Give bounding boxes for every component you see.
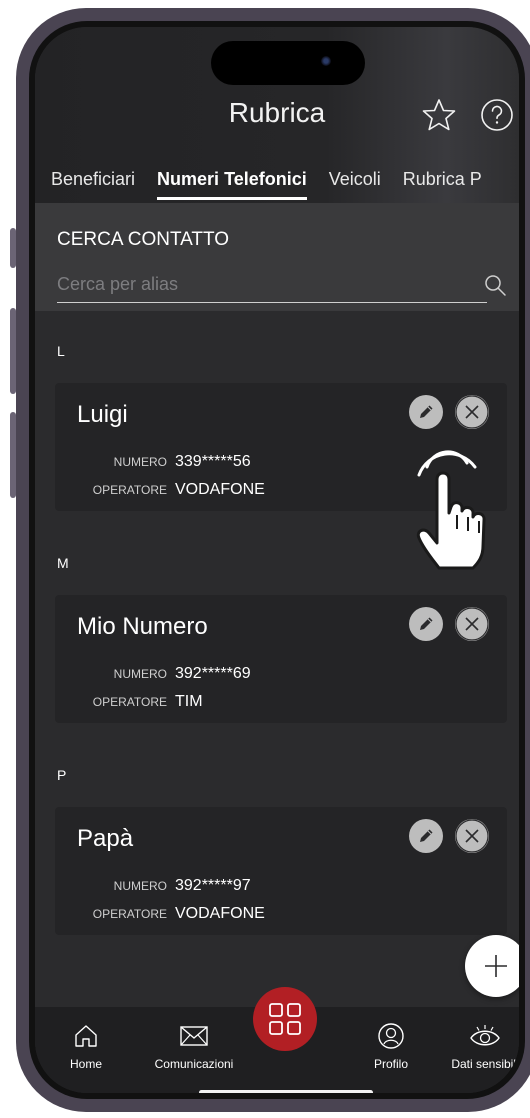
search-label: CERCA CONTATTO [57,229,230,250]
tab-bar: Beneficiari Numeri Telefonici Veicoli Rubri… [51,169,504,200]
dynamic-island [211,41,365,85]
pencil-icon [420,405,433,418]
number-label: NUMERO [113,667,167,681]
tab-beneficiari[interactable]: Beneficiari [51,169,135,190]
delete-button[interactable] [455,819,489,853]
profile-icon [378,1023,404,1049]
app-screen: Rubrica Beneficiari Numeri Telefonici Veic… [35,27,519,1093]
search-icon[interactable] [483,273,507,297]
operator-label: OPERATORE [92,483,167,497]
star-icon [422,99,456,131]
nav-profilo[interactable]: Profilo [361,1021,421,1071]
number-row: NUMERO 339*****56 [55,453,355,471]
tab-numeri-telefonici[interactable]: Numeri Telefonici [157,169,307,200]
contact-card[interactable]: Mio Numero NUMERO 392*****69 OPERATORE TIM [55,595,507,723]
search-section: CERCA CONTATTO [35,203,519,311]
question-circle-icon [481,99,513,131]
nav-dati-sensibili[interactable]: Dati sensibili [443,1021,519,1071]
number-label: NUMERO [113,455,167,469]
tab-rubrica[interactable]: Rubrica P [403,169,482,190]
card-actions [409,395,489,429]
contact-list: L Luigi NUMERO 339*****56 OPERATORE VODAFO… [35,333,519,935]
pencil-icon [420,829,433,842]
edit-button[interactable] [409,819,443,853]
number-value: 339*****56 [175,453,251,470]
phone-frame: Rubrica Beneficiari Numeri Telefonici Veic… [16,8,530,1112]
bottom-navigation: Home Comunicazioni Profilo Dati sensibil… [35,987,519,1093]
contact-name: Papà [77,825,134,852]
section-letter: P [57,767,67,783]
card-actions [409,819,489,853]
nav-comunicazioni[interactable]: Comunicazioni [139,1021,249,1071]
number-value: 392*****97 [175,877,251,894]
pencil-icon [420,617,433,630]
nav-profilo-label: Profilo [373,1057,408,1071]
nav-dati-sensibili-label: Dati sensibili [451,1057,519,1071]
number-row: NUMERO 392*****69 [55,665,355,683]
favorite-button[interactable] [421,97,457,133]
help-button[interactable] [479,97,515,133]
operator-value: VODAFONE [175,481,265,498]
search-input[interactable] [57,267,487,303]
contact-name: Luigi [77,401,128,428]
edit-button[interactable] [409,607,443,641]
delete-button[interactable] [455,395,489,429]
menu-grid-button[interactable] [253,987,317,1051]
section-letter: L [57,343,65,359]
phone-bezel: Rubrica Beneficiari Numeri Telefonici Veic… [29,21,525,1099]
operator-label: OPERATORE [92,907,167,921]
operator-label: OPERATORE [92,695,167,709]
nav-home-label: Home [69,1057,102,1071]
edit-button[interactable] [409,395,443,429]
home-icon [75,1025,97,1047]
number-row: NUMERO 392*****97 [55,877,355,895]
tab-veicoli[interactable]: Veicoli [329,169,381,190]
envelope-icon [180,1026,208,1046]
close-icon [455,395,489,429]
contact-card[interactable]: Papà NUMERO 392*****97 OPERATORE VODAFONE [55,807,507,935]
delete-button[interactable] [455,607,489,641]
operator-row: OPERATORE VODAFONE [55,481,355,499]
number-label: NUMERO [113,879,167,893]
number-value: 392*****69 [175,665,251,682]
home-indicator [199,1090,373,1093]
operator-row: OPERATORE TIM [55,693,355,711]
nav-comunicazioni-label: Comunicazioni [154,1057,234,1071]
add-contact-button[interactable] [465,935,519,997]
operator-value: VODAFONE [175,905,265,922]
tap-hand-icon [416,450,486,570]
operator-row: OPERATORE VODAFONE [55,905,355,923]
eye-icon [470,1025,500,1046]
plus-icon [485,955,507,977]
operator-value: TIM [175,693,203,710]
camera-icon [321,56,331,66]
contact-name: Mio Numero [77,613,208,640]
close-icon [455,819,489,853]
card-actions [409,607,489,641]
nav-home[interactable]: Home [51,1021,121,1071]
close-icon [455,607,489,641]
grid-icon [269,1003,301,1035]
